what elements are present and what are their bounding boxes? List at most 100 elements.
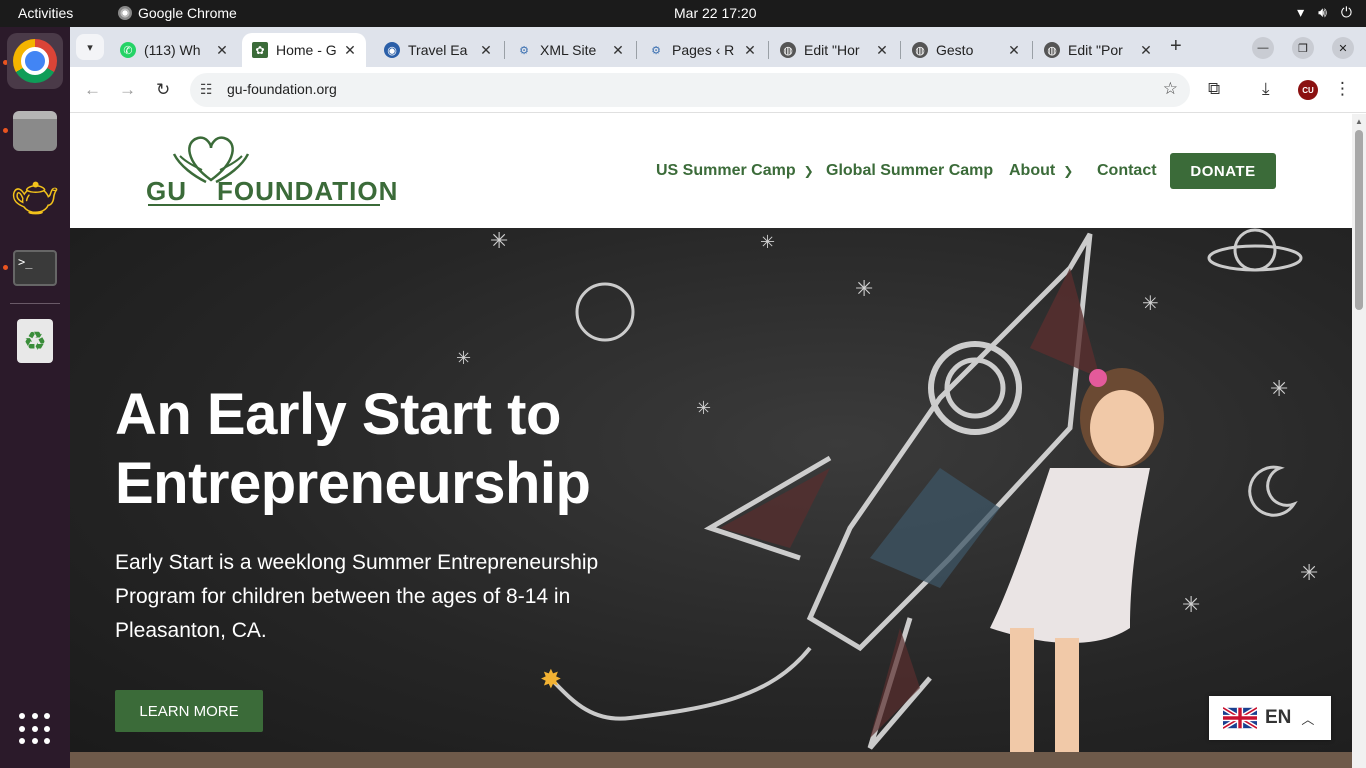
arrow-left-icon: ←	[84, 80, 101, 99]
close-icon[interactable]: ✕	[740, 42, 760, 59]
tab-active[interactable]: ✿ Home - G ✕	[242, 33, 366, 67]
close-window-button[interactable]: ✕	[1332, 37, 1354, 59]
tab-title: Pages ‹ R	[672, 42, 735, 58]
nav-label: Contact	[1097, 162, 1157, 179]
svg-text:✳: ✳	[456, 348, 471, 368]
minimize-button[interactable]: —	[1252, 37, 1274, 59]
profile-avatar[interactable]: CU	[1298, 80, 1318, 100]
chevron-down-icon: ❯	[1063, 164, 1074, 178]
site-info-icon[interactable]: ☷	[200, 81, 213, 98]
floor	[70, 752, 1352, 768]
close-icon[interactable]: ✕	[608, 42, 628, 59]
close-icon[interactable]: ✕	[476, 42, 496, 59]
tab-separator	[636, 41, 637, 59]
tab-search-button[interactable]: ▾	[76, 34, 104, 60]
app-name: Google Chrome	[138, 5, 237, 21]
svg-text:✳: ✳	[855, 276, 873, 301]
tab-title: (113) Wh	[144, 42, 201, 58]
dock-trash[interactable]: ♻	[7, 313, 63, 369]
tab[interactable]: ◉ Travel Ea ✕	[374, 33, 502, 67]
donate-button[interactable]: DONATE	[1170, 153, 1276, 189]
forward-button[interactable]: →	[119, 80, 136, 100]
svg-text:✳: ✳	[1270, 376, 1288, 401]
close-icon[interactable]: ✕	[1004, 42, 1024, 59]
page-scrollbar[interactable]: ▲	[1352, 114, 1366, 768]
chevron-down-icon: ❯	[803, 164, 814, 178]
teapot-icon: 🫖︎	[10, 178, 60, 220]
system-tray[interactable]: ▾ 🔊︎ ⏻	[1297, 4, 1352, 21]
dock-terminal[interactable]: >_	[7, 240, 63, 296]
logo-underline	[148, 204, 380, 206]
clock[interactable]: Mar 22 17:20	[674, 5, 757, 21]
tab[interactable]: ✆ (113) Wh ✕	[110, 33, 238, 67]
globe-icon: ◍	[1044, 42, 1060, 58]
new-tab-button[interactable]: +	[1170, 35, 1182, 58]
tab[interactable]: ◍ Gesto ✕	[902, 33, 1030, 67]
nav-global-summer-camp[interactable]: Global Summer Camp	[826, 162, 993, 180]
extensions-icon[interactable]: ⧉	[1208, 79, 1220, 99]
close-icon: ✕	[1338, 42, 1348, 55]
wifi-icon: ▾	[1297, 4, 1305, 20]
chevron-up-icon: ︿	[1301, 711, 1315, 727]
nav-us-summer-camp[interactable]: US Summer Camp ❯	[656, 162, 814, 180]
arrow-right-icon: →	[119, 80, 136, 99]
nav-label: US Summer Camp	[656, 162, 796, 179]
tab-title: Travel Ea	[408, 42, 468, 58]
close-icon[interactable]: ✕	[1136, 42, 1156, 59]
svg-text:✳: ✳	[696, 398, 711, 418]
close-icon[interactable]: ✕	[212, 42, 232, 59]
scrollbar-thumb[interactable]	[1355, 130, 1363, 310]
maximize-button[interactable]: ❐	[1292, 37, 1314, 59]
dock-chrome[interactable]	[7, 33, 63, 89]
scroll-up-icon[interactable]: ▲	[1355, 117, 1363, 126]
svg-text:✸: ✸	[540, 664, 562, 694]
dock-separator	[10, 303, 60, 304]
activities-button[interactable]: Activities	[18, 5, 73, 21]
tab-title: Gesto	[936, 42, 974, 58]
travel-icon: ◉	[384, 42, 400, 58]
language-switcher[interactable]: EN ︿	[1209, 696, 1331, 740]
tab-title: Home - G	[276, 42, 337, 58]
tab[interactable]: ⚙ Pages ‹ R ✕	[638, 33, 766, 67]
tab[interactable]: ⚙ XML Site ✕	[506, 33, 634, 67]
reload-button[interactable]: ↻	[156, 80, 170, 100]
learn-more-button[interactable]: LEARN MORE	[115, 690, 263, 732]
whatsapp-icon: ✆	[120, 42, 136, 58]
reload-icon: ↻	[156, 80, 171, 99]
language-code: EN	[1265, 707, 1292, 728]
close-icon[interactable]: ✕	[340, 42, 360, 59]
bookmark-star-icon[interactable]: ☆	[1163, 79, 1178, 99]
girl-figure	[990, 368, 1164, 768]
tab-separator	[504, 41, 505, 59]
tab-separator	[1032, 41, 1033, 59]
site-logo[interactable]: GU FOUNDATION	[146, 132, 397, 210]
app-menu[interactable]: Google Chrome	[118, 5, 237, 21]
uk-flag-icon	[1223, 707, 1257, 729]
sitemap-icon: ⚙	[519, 44, 529, 57]
download-icon[interactable]: ⤓	[1262, 79, 1270, 99]
system-top-bar: Activities Google Chrome Mar 22 17:20 ▾ …	[0, 0, 1366, 27]
tab[interactable]: ◍ Edit "Hor ✕	[770, 33, 898, 67]
back-button[interactable]: ←	[84, 80, 101, 100]
web-page: GU FOUNDATION US Summer Camp ❯ Global Su…	[70, 114, 1352, 768]
globe-icon: ◍	[912, 42, 928, 58]
dock-teapot[interactable]: 🫖︎	[7, 171, 63, 227]
wordpress-icon: ⚙	[651, 44, 661, 57]
svg-text:✳: ✳	[490, 228, 508, 253]
more-menu-icon[interactable]: ⋮	[1334, 79, 1351, 99]
nav-contact[interactable]: Contact	[1097, 162, 1157, 180]
volume-icon: 🔊︎	[1318, 4, 1327, 20]
globe-icon: ◍	[780, 42, 796, 58]
close-icon[interactable]: ✕	[872, 42, 892, 59]
url-text[interactable]: gu-foundation.org	[227, 81, 337, 97]
address-bar[interactable]: ☷ gu-foundation.org ☆	[190, 73, 1190, 107]
show-apps-icon[interactable]	[19, 713, 51, 745]
nav-about[interactable]: About ❯	[1009, 162, 1073, 180]
dock-files[interactable]	[7, 103, 63, 159]
tab[interactable]: ◍ Edit "Por ✕	[1034, 33, 1162, 67]
hero-section: ✳ ✳ ✳ ✳ ✳ ✳ ✳ ✳ ✳ ✸ An Early Start to En…	[70, 228, 1352, 768]
minimize-icon: —	[1257, 42, 1269, 54]
svg-text:✳: ✳	[1142, 293, 1159, 315]
svg-text:✳: ✳	[1182, 592, 1200, 617]
chrome-icon	[13, 39, 57, 83]
